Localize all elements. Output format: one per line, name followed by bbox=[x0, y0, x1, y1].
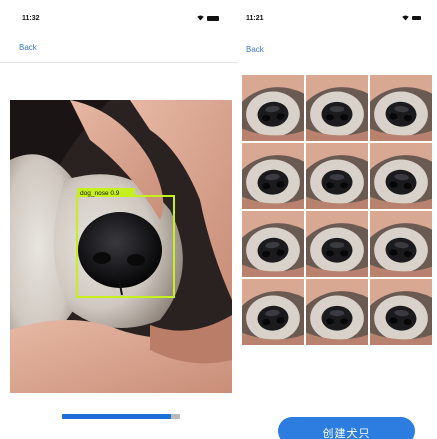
nose-thumbnail[interactable] bbox=[306, 211, 368, 277]
detection-label: dog_nose 0.9 bbox=[80, 190, 120, 197]
dog-nose-photo: dog_nose 0.9 bbox=[10, 100, 232, 393]
status-time: 11:21 bbox=[246, 15, 264, 22]
progress-fill bbox=[62, 414, 171, 419]
nose-thumbnail[interactable] bbox=[242, 143, 304, 209]
nav-divider bbox=[0, 62, 238, 63]
detection-screen: 11:32 Back dog_nose 0.9 bbox=[0, 0, 238, 439]
nose-thumbnail[interactable] bbox=[242, 211, 304, 277]
status-bar: 11:21 bbox=[238, 0, 437, 36]
nose-thumbnail[interactable] bbox=[306, 279, 368, 345]
nose-thumbnail[interactable] bbox=[242, 75, 304, 141]
nose-thumbnail[interactable] bbox=[370, 279, 432, 345]
nose-thumbnail[interactable] bbox=[370, 211, 432, 277]
nose-thumbnail[interactable] bbox=[306, 143, 368, 209]
nose-thumbnail[interactable] bbox=[306, 75, 368, 141]
status-icons bbox=[197, 15, 219, 21]
create-dog-button[interactable]: 创建犬只 bbox=[278, 417, 415, 439]
back-button[interactable]: Back bbox=[19, 43, 37, 52]
wifi-icon bbox=[197, 15, 204, 21]
capture-results-screen: 11:21 Back 创建犬只 bbox=[238, 0, 437, 439]
wifi-icon bbox=[402, 15, 409, 21]
nose-thumbnail[interactable] bbox=[370, 75, 432, 141]
back-button[interactable]: Back bbox=[246, 45, 264, 54]
battery-icon bbox=[207, 15, 219, 21]
status-bar: 11:32 bbox=[0, 0, 238, 36]
battery-icon bbox=[412, 16, 421, 20]
nose-thumbnail[interactable] bbox=[242, 279, 304, 345]
nose-thumbnail[interactable] bbox=[370, 143, 432, 209]
progress-bar bbox=[62, 414, 180, 419]
status-time: 11:32 bbox=[22, 15, 40, 22]
nose-thumbnail-grid bbox=[242, 75, 432, 345]
status-icons bbox=[402, 15, 421, 21]
